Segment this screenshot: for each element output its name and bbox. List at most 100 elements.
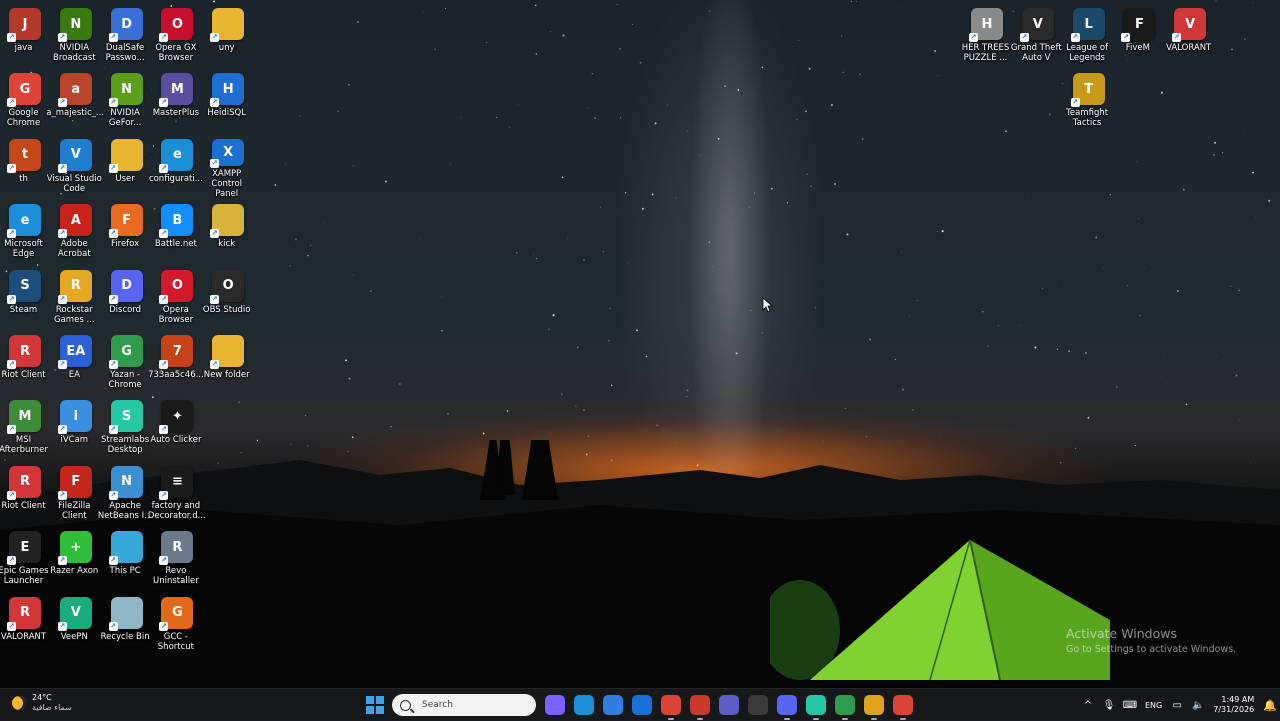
shortcut-arrow-icon: ↗ [109,229,118,238]
desktop-icon-uny[interactable]: ↗uny [203,4,253,68]
desktop-icon-opera-browser[interactable]: O↗Opera Browser [152,266,202,330]
desktop-icon-xampp-control-panel[interactable]: X↗XAMPP Control Panel [203,135,253,199]
shortcut-arrow-icon: ↗ [7,295,16,304]
desktop-icon-yazan-chrome[interactable]: G↗Yazan - Chrome [102,331,152,395]
desktop-icon-factory-and-decorator-d[interactable]: ≡↗factory and Decorator.d... [152,462,202,526]
desktop-icon-java[interactable]: J↗java [0,4,50,68]
start-button[interactable] [366,696,384,714]
chrome-icon-2[interactable] [835,695,855,715]
desktop-icon-firefox[interactable]: F↗Firefox [102,200,152,264]
desktop-icon-th[interactable]: t↗th [0,135,50,199]
desktop-icon-ea[interactable]: EA↗EA [51,331,101,395]
network-icon[interactable]: ▭ [1171,699,1183,711]
obs-icon[interactable] [748,695,768,715]
desktop-icon-fivem[interactable]: F↗FiveM [1114,4,1164,68]
rockstar-games-icon: R↗ [60,270,92,302]
firefox-icon: F↗ [111,204,143,236]
notification-bell-icon[interactable]: 🔔 [1263,699,1277,712]
desktop-icon-msi-afterburner[interactable]: M↗MSI Afterburner [0,396,50,460]
desktop-icon-valorant[interactable]: V↗VALORANT [1165,4,1215,68]
desktop-icon-revo-uninstaller[interactable]: R↗Revo Uninstaller [152,527,202,591]
shortcut-arrow-icon: ↗ [210,98,219,107]
desktop-icon-configurati[interactable]: e↗configurati... [152,135,202,199]
copilot-icon[interactable] [545,695,565,715]
desktop-icon-rockstar-games[interactable]: R↗Rockstar Games ... [51,266,101,330]
chevron-up-icon[interactable]: ^ [1082,699,1094,711]
desktop-icon-masterplus[interactable]: M↗MasterPlus [152,69,202,133]
desktop-icon-veepn[interactable]: V↗VeePN [51,593,101,657]
desktop-icon-label: Teamfight Tactics [1059,108,1115,128]
desktop-icon-razer-axon[interactable]: +↗Razer Axon [51,527,101,591]
desktop-icon-microsoft-edge[interactable]: e↗Microsoft Edge [0,200,50,264]
desktop-icon-733aa5c46[interactable]: 7↗733aa5c46... [152,331,202,395]
desktop-icon-user[interactable]: ↗User [102,135,152,199]
microphone-icon[interactable]: 🎙 [1103,699,1115,711]
clock[interactable]: 1:49 AM 7/31/2026 [1213,695,1254,715]
desktop-icon-streamlabs-desktop[interactable]: S↗Streamlabs Desktop [102,396,152,460]
desktop-icon-new-folder[interactable]: ↗New folder [203,331,253,395]
desktop-icon-a-majestic[interactable]: a↗a_majestic_... [51,69,101,133]
desktop-icon-filezilla-client[interactable]: F↗FileZilla Client [51,462,101,526]
auto-clicker-icon: ✦↗ [161,400,193,432]
outlook-icon[interactable] [632,695,652,715]
kick-icon: ↗ [212,204,244,236]
desktop-icon-discord[interactable]: D↗Discord [102,266,152,330]
desktop-icon-opera-gx-browser[interactable]: O↗Opera GX Browser [152,4,202,68]
desktop-icon-epic-games-launcher[interactable]: E↗Epic Games Launcher [0,527,50,591]
teams-icon[interactable] [719,695,739,715]
desktop-icon-battle-net[interactable]: B↗Battle.net [152,200,202,264]
shortcut-arrow-icon: ↗ [159,360,168,369]
discord-icon[interactable] [777,695,797,715]
moon-weather-icon [12,696,26,710]
chrome-profile-icon[interactable] [690,695,710,715]
desktop-icon-obs-studio[interactable]: O↗OBS Studio [203,266,253,330]
desktop-icon-label: Discord [97,305,153,315]
edge-icon[interactable] [574,695,594,715]
desktop-icon-league-of-legends[interactable]: L↗League of Legends [1064,4,1114,68]
desktop-icon-auto-clicker[interactable]: ✦↗Auto Clicker [152,396,202,460]
shortcut-arrow-icon: ↗ [1071,33,1080,42]
chrome-icon-4[interactable] [893,695,913,715]
chrome-icon-3[interactable] [864,695,884,715]
desktop-icon-kick[interactable]: ↗kick [203,200,253,264]
desktop-icon-riot-client[interactable]: R↗Riot Client [0,331,50,395]
desktop-icon-grand-theft-auto-v[interactable]: V↗Grand Theft Auto V [1013,4,1063,68]
windows-logo-pane [366,706,374,714]
desktop-icon-adobe-acrobat[interactable]: A↗Adobe Acrobat [51,200,101,264]
desktop-icon-apache-netbeans-i[interactable]: N↗Apache NetBeans I... [102,462,152,526]
desktop-icon-label: Rockstar Games ... [46,305,102,325]
filezilla-client-icon: F↗ [60,466,92,498]
desktop-icon-nvidia-broadcast[interactable]: N↗NVIDIA Broadcast [51,4,101,68]
desktop-icon-heidisql[interactable]: H↗HeidiSQL [203,69,253,133]
desktop-icon-label: Auto Clicker [148,435,204,445]
desktop-icon-teamfight-tactics[interactable]: T↗Teamfight Tactics [1064,69,1114,133]
desktop-icon-label: VALORANT [1161,43,1217,53]
desktop-icon-her-trees-puzzle[interactable]: H↗HER TREES PUZZLE ... [962,4,1012,68]
desktop-icon-label: GCC - Shortcut [148,632,204,652]
desktop-icon-dualsafe-passwo[interactable]: D↗DualSafe Passwo... [102,4,152,68]
desktop-icon-visual-studio-code[interactable]: V↗Visual Studio Code [51,135,101,199]
keyboard-icon[interactable]: ⌨ [1124,699,1136,711]
store-icon[interactable] [603,695,623,715]
shortcut-arrow-icon: ↗ [7,556,16,565]
desktop-icon-recycle-bin[interactable]: ↗Recycle Bin [102,593,152,657]
volume-icon[interactable]: 🔈 [1192,699,1204,711]
desktop-icon-this-pc[interactable]: ↗This PC [102,527,152,591]
shortcut-arrow-icon: ↗ [159,98,168,107]
desktop-icon-google-chrome[interactable]: G↗Google Chrome [0,69,50,133]
chrome-icon[interactable] [661,695,681,715]
language-indicator[interactable]: ENG [1145,701,1162,710]
desktop-icon-ivcam[interactable]: i↗iVCam [51,396,101,460]
desktop-icon-valorant[interactable]: R↗VALORANT [0,593,50,657]
desktop-icon-steam[interactable]: S↗Steam [0,266,50,330]
desktop-icon-nvidia-gefor[interactable]: N↗NVIDIA GeFor... [102,69,152,133]
desktop-icon-riot-client[interactable]: R↗Riot Client [0,462,50,526]
weather-widget[interactable]: 24°C سماء صافية [12,693,72,713]
shortcut-arrow-icon: ↗ [58,622,67,631]
desktop-icon-gcc-shortcut[interactable]: G↗GCC - Shortcut [152,593,202,657]
razer-axon-icon: +↗ [60,531,92,563]
shortcut-arrow-icon: ↗ [58,491,67,500]
streamlabs-icon[interactable] [806,695,826,715]
taskbar-pinned-apps [545,695,913,715]
taskbar-search-box[interactable]: Search [392,694,536,716]
